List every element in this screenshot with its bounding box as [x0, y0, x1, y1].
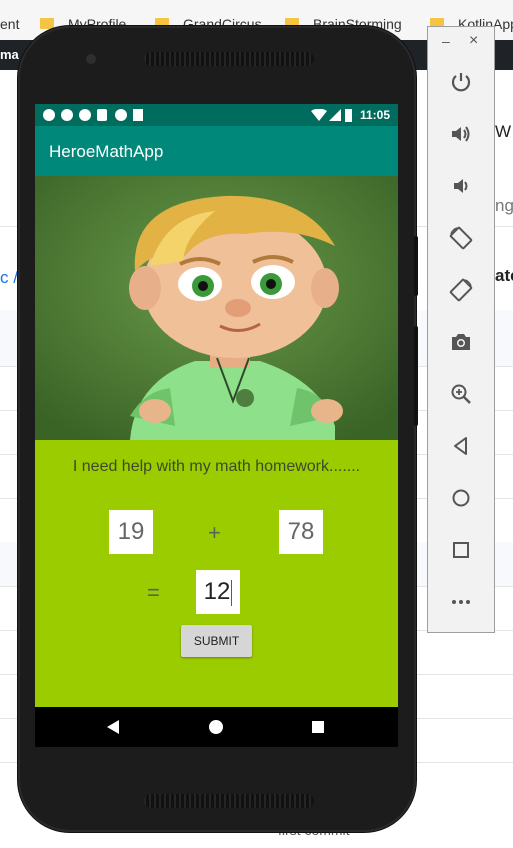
volume-up-icon[interactable]: [446, 119, 476, 149]
bottom-speaker: [144, 794, 314, 808]
notification-icon: [43, 109, 55, 121]
wifi-icon: [311, 109, 327, 121]
peek-text: ate: [495, 266, 513, 285]
nav-back-icon[interactable]: [107, 720, 119, 734]
rotate-left-icon[interactable]: [446, 223, 476, 253]
submit-button[interactable]: SUBMIT: [181, 625, 252, 657]
nav-overview-icon[interactable]: [312, 721, 324, 733]
front-camera: [86, 54, 96, 64]
zoom-in-icon[interactable]: [446, 379, 476, 409]
power-icon[interactable]: [446, 67, 476, 97]
more-icon[interactable]: [446, 587, 476, 617]
emulator-toolbar: – ×: [427, 26, 495, 633]
peek-text: W: [495, 122, 512, 141]
back-icon[interactable]: [446, 431, 476, 461]
app-title: HeroeMathApp: [49, 142, 164, 161]
peek-text: ng: [495, 196, 513, 215]
rotate-right-icon[interactable]: [446, 275, 476, 305]
folder-icon: [40, 17, 54, 29]
signal-icon: [329, 109, 341, 121]
notification-icon: [79, 109, 91, 121]
notification-icon: [61, 109, 73, 121]
nav-home-icon[interactable]: [209, 720, 223, 734]
play-store-icon: [133, 109, 143, 121]
question-text: I need help with my math homework.......: [72, 458, 361, 475]
status-time: 11:05: [359, 108, 390, 122]
first-number: 19: [109, 510, 153, 554]
side-button: [414, 236, 418, 296]
breadcrumb[interactable]: c /: [0, 268, 18, 288]
equals-sign: =: [147, 580, 160, 605]
operator-sign: +: [208, 520, 221, 545]
overview-icon[interactable]: [446, 535, 476, 565]
home-icon[interactable]: [446, 483, 476, 513]
hero-image: [35, 176, 398, 440]
text-cursor: [231, 579, 233, 606]
second-number: 78: [279, 510, 323, 554]
top-speaker: [144, 52, 314, 66]
app-bar: HeroeMathApp: [35, 126, 398, 176]
bookmark-partial[interactable]: ent: [0, 16, 19, 32]
record-icon: [115, 109, 127, 121]
sd-card-icon: [97, 109, 107, 121]
phone-screen: 11:05 HeroeMathApp I need help with my m…: [35, 104, 398, 747]
side-button: [414, 326, 418, 426]
navigation-bar: [35, 707, 398, 747]
answer-input[interactable]: 12: [196, 570, 240, 614]
minimize-button[interactable]: –: [442, 33, 450, 49]
status-bar: 11:05: [35, 104, 398, 126]
close-button[interactable]: ×: [469, 32, 478, 50]
volume-down-icon[interactable]: [446, 171, 476, 201]
battery-icon: [345, 109, 352, 122]
camera-icon[interactable]: [446, 327, 476, 357]
